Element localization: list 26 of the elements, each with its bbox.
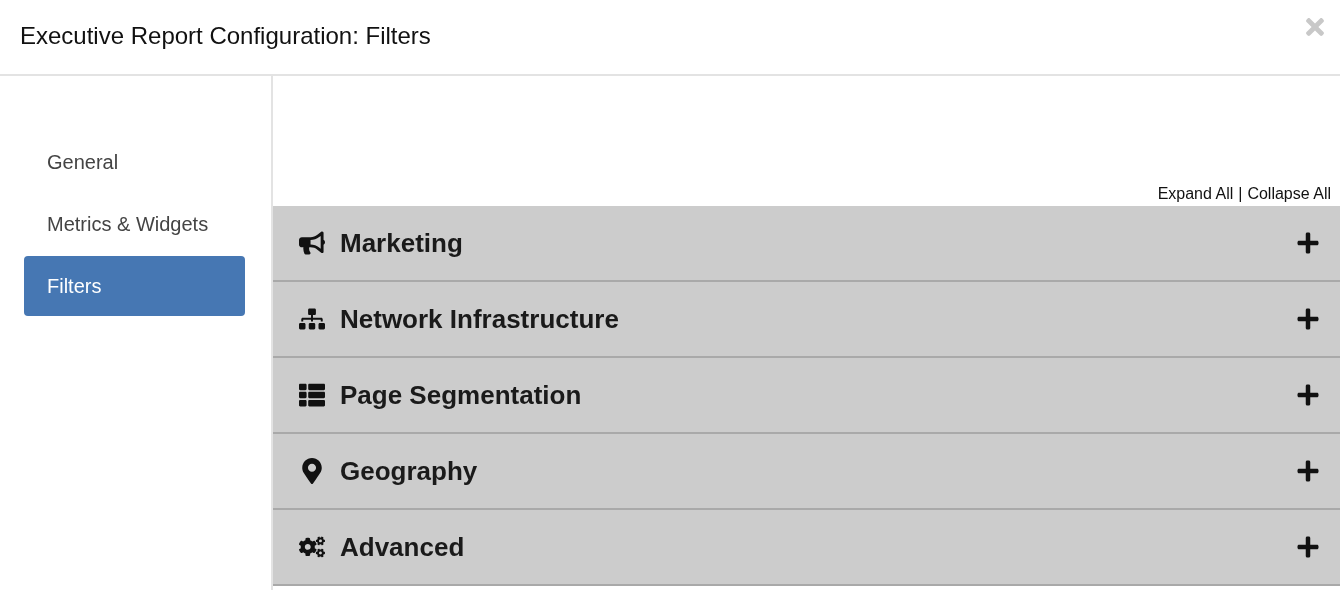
sidebar-item[interactable]: Filters (24, 256, 245, 316)
sitemap-icon (298, 306, 325, 332)
accordion-header[interactable]: Marketing (273, 206, 1340, 282)
plus-icon (1296, 535, 1320, 559)
sidebar-item[interactable]: Metrics & Widgets (24, 194, 245, 254)
gears-icon (298, 534, 325, 560)
collapse-all-link[interactable]: Collapse All (1247, 182, 1331, 206)
accordion-header[interactable]: Advanced (273, 510, 1340, 586)
dialog-title: Executive Report Configuration: Filters (20, 22, 431, 50)
sidebar-item[interactable]: General (24, 132, 245, 192)
accordion-header[interactable]: Geography (273, 434, 1340, 510)
panel-title: Network Infrastructure (340, 303, 620, 335)
panel-title: Page Segmentation (340, 379, 583, 411)
panel-title: Marketing (340, 227, 464, 259)
megaphone-icon (298, 230, 325, 256)
plus-icon (1296, 231, 1320, 255)
expand-all-link[interactable]: Expand All (1157, 182, 1234, 206)
list-icon (298, 382, 325, 408)
plus-icon (1296, 383, 1320, 407)
panel-title: Geography (340, 455, 479, 487)
plus-icon (1296, 459, 1320, 483)
accordion-header[interactable]: Page Segmentation (273, 358, 1340, 434)
plus-icon (1296, 307, 1320, 331)
link-separator: | (1238, 184, 1243, 204)
accordion-header[interactable]: Network Infrastructure (273, 282, 1340, 358)
panel-title: Advanced (340, 531, 466, 563)
